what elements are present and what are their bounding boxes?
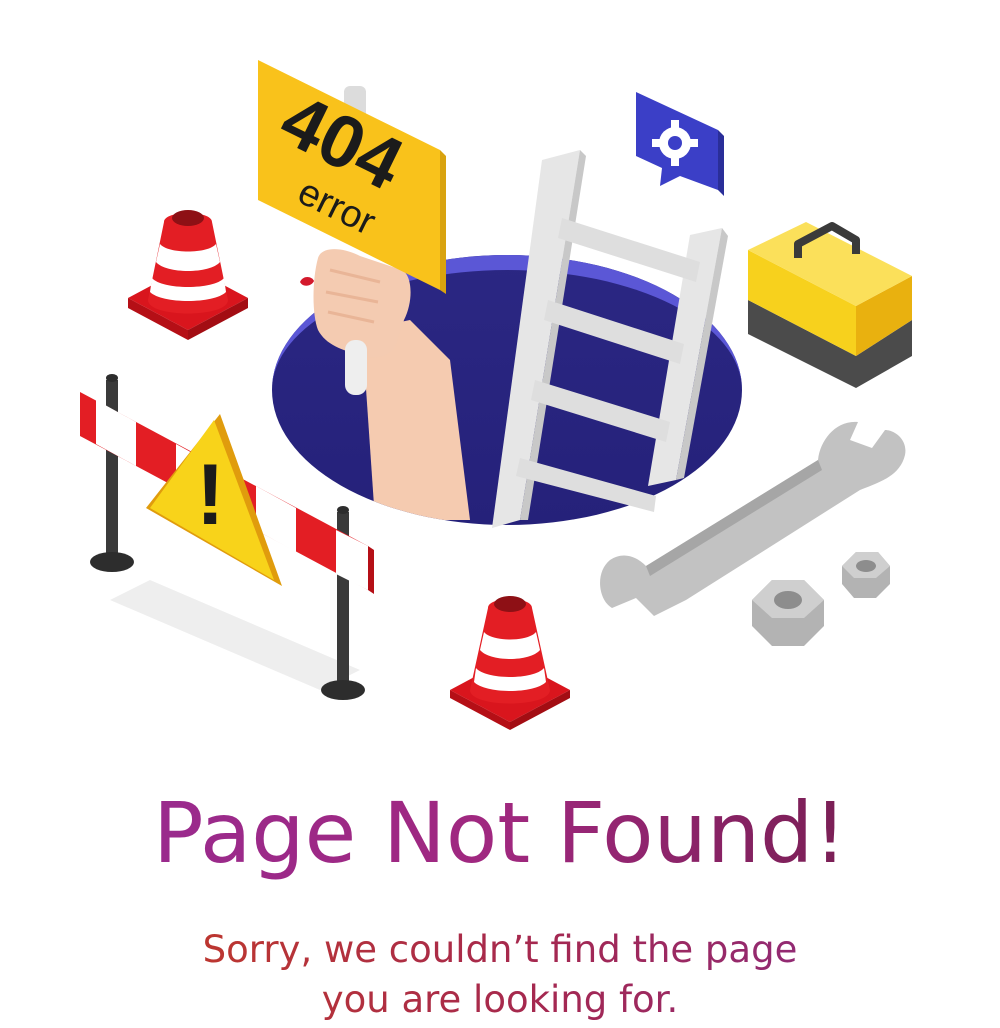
traffic-cone-icon: [128, 210, 248, 340]
error-message-line-1: Sorry, we couldn’t find the page: [150, 925, 850, 975]
gear-chat-icon: [636, 92, 724, 196]
page-title: Page Not Found!: [0, 778, 1000, 888]
page-title-text: Page Not Found!: [152, 784, 848, 882]
error-message: Sorry, we couldn’t find the page you are…: [0, 925, 1000, 1025]
traffic-cone-icon: [450, 596, 570, 730]
warning-symbol: !: [196, 447, 225, 543]
toolbox-icon: [748, 222, 912, 388]
404-illustration: 404 error !: [80, 60, 912, 730]
error-message-line-2: you are looking for.: [150, 975, 850, 1025]
nut-icon: [752, 552, 890, 646]
